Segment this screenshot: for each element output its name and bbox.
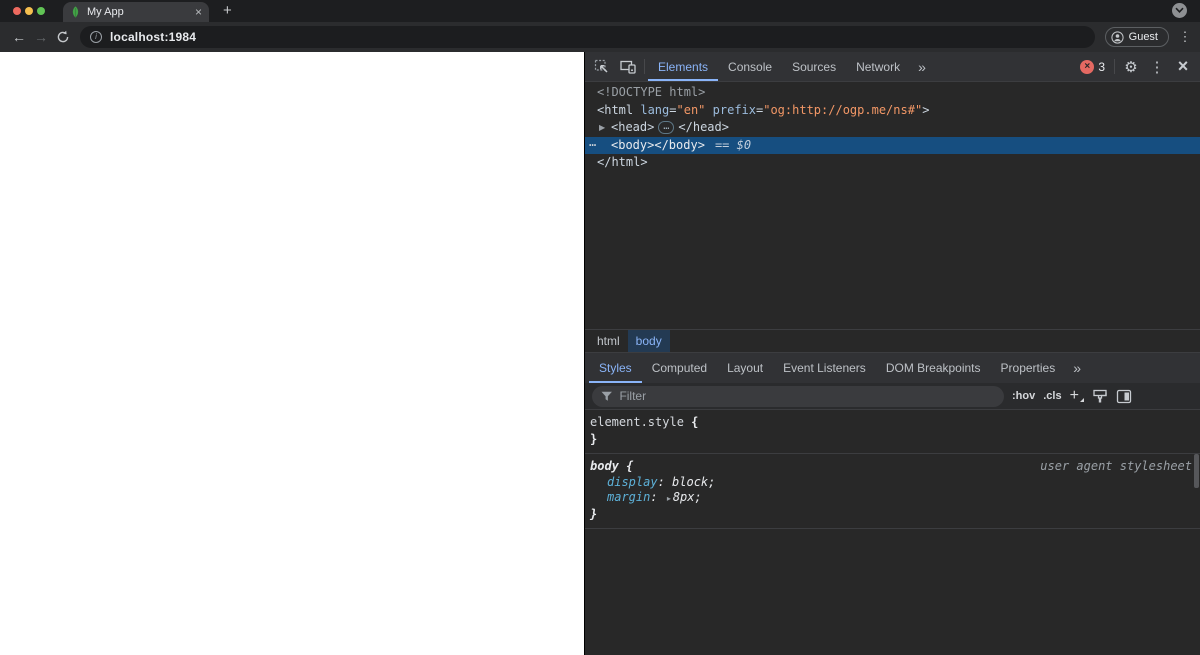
divider	[1114, 59, 1115, 74]
toggle-element-state-button[interactable]: :hov	[1012, 390, 1035, 402]
devtools-panel: Elements Console Sources Network » × 3 ⚙…	[584, 52, 1200, 655]
tab-sources[interactable]: Sources	[782, 52, 846, 81]
close-window-button[interactable]	[13, 7, 21, 15]
error-count-button[interactable]: × 3	[1074, 52, 1111, 81]
filter-funnel-icon	[601, 391, 612, 401]
favicon-leaf-icon	[70, 6, 81, 18]
devtools-toolbar: Elements Console Sources Network » × 3 ⚙…	[585, 52, 1200, 82]
dom-node-head[interactable]: ▶ <head>… </head>	[585, 119, 1200, 137]
styles-sidebar-tabs: Styles Computed Layout Event Listeners D…	[585, 352, 1200, 383]
back-button[interactable]: ←	[8, 29, 30, 45]
dropdown-corner-icon	[1079, 398, 1084, 402]
more-sidebar-tabs-button[interactable]: »	[1065, 353, 1089, 383]
reload-icon	[57, 30, 69, 43]
tab-elements[interactable]: Elements	[648, 52, 718, 81]
tab-layout[interactable]: Layout	[717, 353, 773, 383]
chevron-down-icon	[1175, 7, 1184, 13]
more-tabs-button[interactable]: »	[910, 52, 934, 81]
crumb-html[interactable]: html	[589, 330, 628, 352]
tab-styles[interactable]: Styles	[589, 353, 642, 383]
css-property-row[interactable]: margin: ▸ 8px;	[590, 490, 1192, 507]
rendering-emulations-button[interactable]	[1092, 389, 1108, 404]
browser-window: My App × + ← → i localhost:1984 Guest ⋮	[0, 0, 1200, 655]
forward-button[interactable]: →	[30, 29, 52, 45]
stylesheet-origin: user agent stylesheet	[1040, 459, 1192, 473]
tab-properties[interactable]: Properties	[991, 353, 1066, 383]
error-icon: ×	[1080, 59, 1095, 74]
tab-dom-breakpoints[interactable]: DOM Breakpoints	[876, 353, 991, 383]
inspect-icon	[594, 59, 608, 73]
address-bar[interactable]: i localhost:1984	[80, 26, 1095, 48]
new-style-rule-button[interactable]: +	[1070, 388, 1084, 404]
node-menu-dots[interactable]: …	[589, 134, 597, 152]
styles-filter-bar: :hov .cls +	[585, 383, 1200, 410]
settings-gear-button[interactable]: ⚙	[1118, 52, 1144, 81]
tab-event-listeners[interactable]: Event Listeners	[773, 353, 876, 383]
tab-close-icon[interactable]: ×	[195, 6, 202, 18]
tab-strip: My App × +	[0, 0, 1200, 22]
filter-pill[interactable]	[592, 385, 1004, 407]
profile-label: Guest	[1128, 31, 1158, 43]
toggle-classes-button[interactable]: .cls	[1043, 390, 1061, 402]
styles-filter-input[interactable]	[619, 389, 995, 403]
window-controls	[0, 0, 45, 22]
browser-menu-button[interactable]: ⋮	[1178, 29, 1192, 45]
browser-tab[interactable]: My App ×	[63, 2, 209, 22]
rule-selector: body	[590, 459, 619, 473]
shorthand-expander-icon[interactable]: ▸	[667, 494, 671, 503]
scrollbar-thumb[interactable]	[1194, 454, 1199, 488]
paint-brush-icon	[1093, 389, 1107, 402]
collapsed-content-button[interactable]: …	[658, 121, 675, 134]
dom-node-html-open[interactable]: <html lang="en" prefix="og:http://ogp.me…	[585, 102, 1200, 120]
crumb-body[interactable]: body	[627, 330, 670, 352]
devtools-close-button[interactable]: ×	[1170, 52, 1196, 81]
computed-sidebar-toggle-button[interactable]	[1116, 389, 1132, 404]
expand-arrow-icon[interactable]: ▶	[599, 119, 605, 137]
tab-search-button[interactable]	[1172, 3, 1187, 18]
tab-network[interactable]: Network	[846, 52, 910, 81]
inspect-element-button[interactable]	[589, 52, 615, 81]
profile-button[interactable]: Guest	[1104, 27, 1169, 47]
dom-tree: <!DOCTYPE html> <html lang="en" prefix="…	[585, 82, 1200, 329]
divider	[644, 59, 645, 74]
error-count: 3	[1098, 59, 1105, 74]
zoom-window-button[interactable]	[37, 7, 45, 15]
person-icon	[1111, 30, 1124, 44]
element-style-section[interactable]: element.style { }	[585, 410, 1200, 454]
minimize-window-button[interactable]	[25, 7, 33, 15]
body-rule-section[interactable]: user agent stylesheet body { display: bl…	[585, 454, 1200, 529]
dom-node-doctype[interactable]: <!DOCTYPE html>	[585, 84, 1200, 102]
tab-console[interactable]: Console	[718, 52, 782, 81]
site-info-icon[interactable]: i	[90, 31, 102, 43]
tab-computed[interactable]: Computed	[642, 353, 717, 383]
tab-title: My App	[87, 6, 124, 18]
browser-toolbar: ← → i localhost:1984 Guest ⋮	[0, 22, 1200, 52]
selected-node-hint: == $0	[714, 137, 752, 152]
devtools-menu-button[interactable]: ⋮	[1144, 52, 1170, 81]
device-icon	[619, 60, 636, 74]
sidebar-panel-icon	[1116, 389, 1132, 403]
new-tab-button[interactable]: +	[223, 2, 232, 20]
dom-node-body-selected[interactable]: … <body></body> == $0	[585, 134, 1200, 154]
address-url: localhost:1984	[110, 30, 197, 44]
page-viewport	[0, 52, 584, 655]
device-toolbar-button[interactable]	[615, 52, 641, 81]
reload-button[interactable]	[52, 30, 74, 44]
styles-pane: element.style { } user agent stylesheet …	[585, 410, 1200, 655]
dom-node-html-close[interactable]: </html>	[585, 154, 1200, 172]
css-property-row[interactable]: display: block;	[590, 475, 1192, 491]
dom-breadcrumbs: html body	[585, 329, 1200, 352]
